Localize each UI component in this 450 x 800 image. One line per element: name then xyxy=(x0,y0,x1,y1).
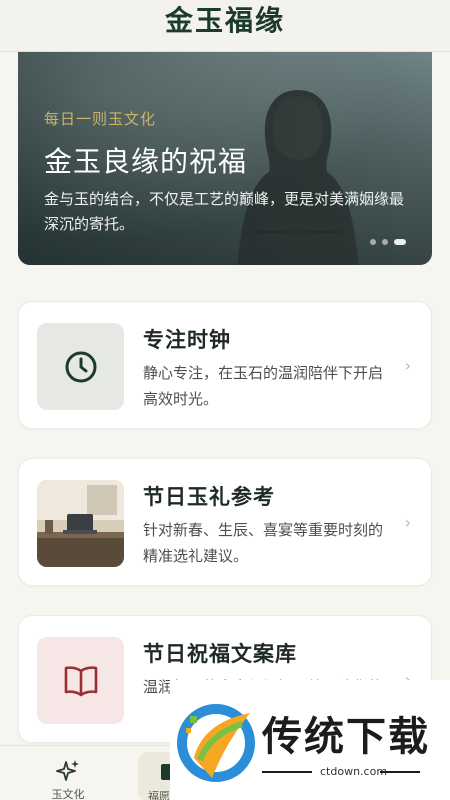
hero-title: 金玉良缘的祝福 xyxy=(44,145,248,178)
app-title: 金玉福缘 xyxy=(164,3,285,37)
festival-gift-card[interactable]: 节日玉礼参考 针对新春、生辰、喜宴等重要时刻的精准选礼建议。 › xyxy=(18,458,432,586)
sparkle-icon xyxy=(56,760,79,781)
card-title: 节日玉礼参考 xyxy=(143,484,275,509)
card-thumbnail xyxy=(37,637,124,724)
nav-label: 玉文化 xyxy=(51,788,85,800)
card-title: 专注时钟 xyxy=(143,327,231,352)
clock-icon xyxy=(65,351,96,382)
desk-photo-image xyxy=(37,480,124,567)
chevron-right-icon: › xyxy=(404,356,411,375)
card-title: 节日祝福文案库 xyxy=(143,641,297,666)
carousel-dot-active[interactable] xyxy=(394,239,406,245)
focus-clock-card[interactable]: 专注时钟 静心专注，在玉石的温润陪伴下开启高效时光。 › xyxy=(18,301,432,429)
carousel-dot[interactable] xyxy=(370,239,376,245)
nav-label: 福愿 xyxy=(148,790,170,800)
chevron-right-icon: › xyxy=(404,513,411,532)
carousel-dot[interactable] xyxy=(382,239,388,245)
watermark-divider xyxy=(380,771,420,773)
watermark-overlay: 传统下载 ctdown.com xyxy=(170,680,450,800)
desk-photo xyxy=(37,480,124,567)
watermark-logo xyxy=(177,704,255,782)
card-description: 针对新春、生辰、喜宴等重要时刻的精准选礼建议。 xyxy=(143,521,384,565)
hero-banner[interactable]: 每日一则玉文化 金玉良缘的祝福 金与玉的结合，不仅是工艺的巅峰，更是对美满姻缘最… xyxy=(18,52,432,265)
hero-description: 金与玉的结合，不仅是工艺的巅峰，更是对美满姻缘最深沉的寄托。 xyxy=(44,190,405,233)
hero-kicker: 每日一则玉文化 xyxy=(44,110,157,128)
card-thumbnail xyxy=(37,323,124,410)
app-header: 金玉福缘 xyxy=(0,0,450,52)
nav-item-culture[interactable]: 玉文化 xyxy=(38,758,98,800)
watermark-brand: 传统下载 xyxy=(262,714,430,760)
card-description: 静心专注，在玉石的温润陪伴下开启高效时光。 xyxy=(143,364,384,408)
watermark-divider xyxy=(262,771,312,773)
book-icon xyxy=(64,665,97,696)
carousel-indicator[interactable] xyxy=(370,239,406,245)
watermark-url: ctdown.com xyxy=(320,765,388,778)
